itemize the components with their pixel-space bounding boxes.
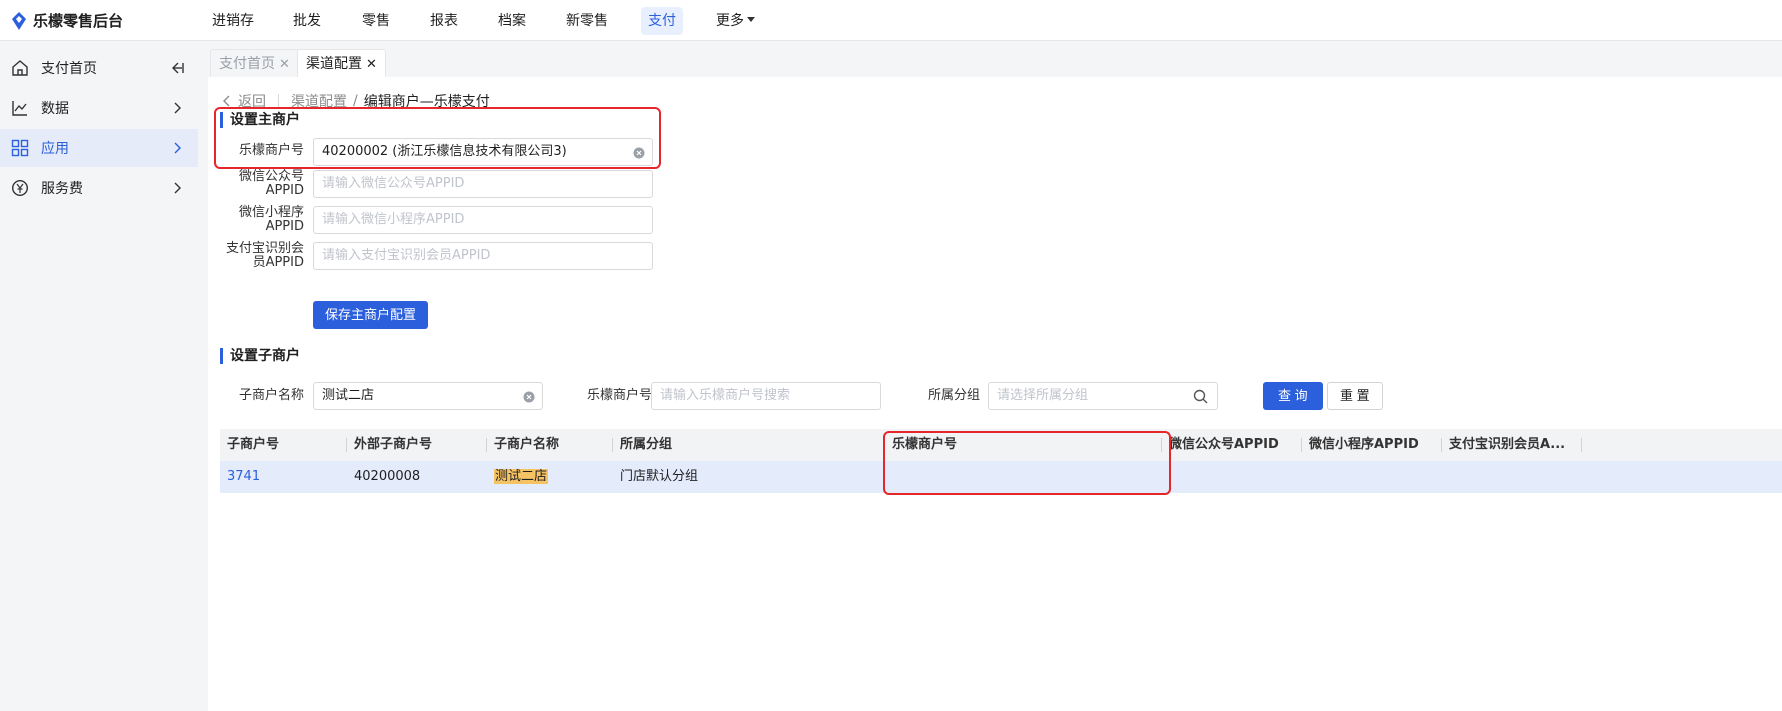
more-label: 更多: [716, 13, 744, 29]
close-icon[interactable]: ✕: [279, 57, 290, 72]
topnav-item-wholesale[interactable]: 批发: [286, 7, 328, 35]
query-button[interactable]: 查 询: [1263, 382, 1323, 410]
column-header-external-no: 外部子商户号: [354, 437, 433, 452]
sidebar-item-service-fee[interactable]: 服务费: [0, 169, 198, 207]
alipay-label: 支付宝识别会 员APPID: [208, 242, 304, 270]
wechat-mp-appid-input[interactable]: 请输入微信小程序APPID: [313, 206, 653, 234]
wechat-oa-appid-input[interactable]: 请输入微信公众号APPID: [313, 170, 653, 198]
wechat-oa-label: 微信公众号 APPID: [208, 170, 304, 198]
page-tabs: 支付首页 ✕ 渠道配置 ✕: [208, 41, 1782, 77]
column-header-alipay: 支付宝识别会员A...: [1449, 437, 1566, 452]
topnav-item-more[interactable]: 更多: [709, 7, 762, 35]
topnav-item-retail[interactable]: 零售: [355, 7, 397, 35]
divider: [278, 94, 279, 108]
column-divider: [612, 438, 613, 452]
reset-button[interactable]: 重 置: [1327, 382, 1383, 410]
home-icon: [12, 60, 28, 76]
column-divider: [346, 438, 347, 452]
topnav-item-archive[interactable]: 档案: [491, 7, 533, 35]
cell-sub-name: 测试二店: [494, 461, 549, 493]
chevron-right-icon: [174, 142, 181, 154]
highlight-box-lemon-no-column: [883, 431, 1171, 495]
column-header-wechat-oa: 微信公众号APPID: [1169, 437, 1279, 452]
topnav-item-reports[interactable]: 报表: [423, 7, 465, 35]
cell-group: 门店默认分组: [620, 469, 699, 484]
section-title-sub-merchant: 设置子商户: [220, 347, 300, 365]
tab-channel-config[interactable]: 渠道配置 ✕: [297, 49, 386, 77]
tab-label: 支付首页: [219, 56, 275, 72]
close-icon[interactable]: ✕: [366, 57, 377, 72]
tab-pay-home[interactable]: 支付首页 ✕: [210, 49, 299, 77]
top-bar: 乐檬零售后台 进销存 批发 零售 报表 档案 新零售 支付 更多: [0, 0, 1782, 41]
sidebar: 支付首页 数据 应用 服务费: [0, 41, 208, 711]
cell-sub-no[interactable]: 3741: [227, 461, 260, 493]
wechat-mp-label-line1: 微信小程序: [238, 205, 304, 220]
wechat-mp-label-line2: APPID: [265, 219, 304, 234]
topnav-item-payment[interactable]: 支付: [641, 7, 683, 35]
group-label: 所属分组: [927, 388, 980, 403]
highlight-box-main-merchant: [214, 107, 661, 169]
lemon-merchant-no-search-input[interactable]: 请输入乐檬商户号搜索: [651, 382, 881, 410]
tab-label: 渠道配置: [306, 56, 362, 72]
cell-external-no: 40200008: [354, 469, 421, 484]
brand-name: 乐檬零售后台: [33, 12, 124, 30]
chevron-right-icon: [174, 102, 181, 114]
chart-line-icon: [12, 101, 27, 116]
column-header-group: 所属分组: [620, 437, 673, 452]
sub-lemon-no-label: 乐檬商户号: [586, 388, 652, 403]
sub-merchant-name-label: 子商户名称: [238, 388, 304, 403]
group-select[interactable]: 请选择所属分组: [988, 382, 1218, 410]
wechat-oa-label-line1: 微信公众号: [238, 169, 304, 184]
main-content: 返回 渠道配置 / 编辑商户—乐檬支付 设置主商户 乐檬商户号 40200002…: [208, 77, 1782, 711]
search-match-highlight: 测试二店: [494, 469, 549, 484]
chevron-right-icon: [174, 182, 181, 194]
search-icon: [1193, 389, 1208, 404]
grid-icon: [11, 139, 29, 157]
sub-merchant-name-input[interactable]: 测试二店: [313, 382, 543, 410]
alipay-appid-input[interactable]: 请输入支付宝识别会员APPID: [313, 242, 653, 270]
collapse-sidebar-icon[interactable]: [169, 60, 185, 76]
diamond-logo-icon: [12, 11, 26, 30]
sidebar-item-pay-home[interactable]: 支付首页: [0, 49, 198, 87]
topnav-item-inventory[interactable]: 进销存: [205, 7, 261, 35]
column-header-wechat-mp: 微信小程序APPID: [1309, 437, 1419, 452]
chevron-left-icon: [223, 95, 230, 107]
alipay-label-line2: 员APPID: [252, 255, 304, 270]
sidebar-item-apps[interactable]: 应用: [0, 129, 198, 167]
column-header-sub-name: 子商户名称: [494, 437, 560, 452]
column-header-sub-no: 子商户号: [227, 437, 280, 452]
column-divider: [1301, 438, 1302, 452]
sub-merchant-name-value: 测试二店: [322, 388, 375, 403]
caret-down-icon: [747, 16, 755, 22]
sidebar-item-label: 应用: [41, 141, 69, 157]
column-divider: [486, 438, 487, 452]
brand[interactable]: 乐檬零售后台: [12, 0, 123, 41]
column-divider: [1581, 438, 1582, 452]
sidebar-item-label: 服务费: [41, 181, 83, 197]
sidebar-item-label: 支付首页: [41, 61, 97, 77]
topnav-item-new-retail[interactable]: 新零售: [559, 7, 615, 35]
clear-icon[interactable]: [523, 391, 535, 403]
alipay-label-line1: 支付宝识别会: [225, 241, 304, 256]
wechat-oa-label-line2: APPID: [265, 183, 304, 198]
group-select-placeholder: 请选择所属分组: [997, 388, 1089, 403]
sidebar-item-data[interactable]: 数据: [0, 89, 198, 127]
save-main-merchant-button[interactable]: 保存主商户配置: [313, 301, 429, 329]
wechat-mp-label: 微信小程序 APPID: [208, 206, 304, 234]
yen-icon: [11, 179, 29, 197]
column-divider: [1441, 438, 1442, 452]
sidebar-item-label: 数据: [41, 101, 69, 117]
